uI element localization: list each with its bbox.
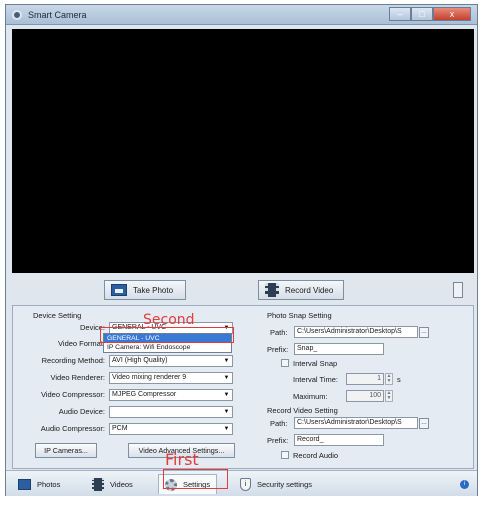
record-path-label: Path: [270, 419, 288, 428]
maximize-button[interactable]: □ [411, 7, 433, 21]
tab-photos[interactable]: Photos [12, 474, 66, 494]
photo-path-input[interactable]: C:\Users\Administrator\Desktop\S [294, 326, 418, 338]
tab-photos-label: Photos [37, 479, 61, 489]
tab-videos[interactable]: Videos [86, 474, 139, 494]
device-label: Device: [79, 323, 105, 332]
record-audio-label: Record Audio [293, 451, 339, 460]
device-option[interactable]: IP Camera: Wifi Endoscope [104, 343, 231, 352]
interval-time-spinner[interactable]: ▲ ▼ [385, 373, 393, 385]
photos-icon [18, 478, 31, 490]
video-renderer-label: Video Renderer: [50, 373, 105, 382]
chevron-down-icon: ▼ [223, 358, 230, 364]
photo-path-browse-button[interactable]: … [419, 327, 429, 338]
record-audio-checkbox[interactable] [281, 451, 289, 459]
settings-panel: Device Setting Device: GENERAL - UVC ▼ V… [12, 305, 474, 469]
second-annotation: Second [143, 312, 195, 328]
take-photo-button[interactable]: Take Photo [104, 280, 186, 300]
recording-method-label: Recording Method: [41, 356, 105, 365]
first-annotation: First [165, 450, 199, 469]
take-photo-label: Take Photo [133, 285, 174, 295]
app-window: Smart Camera – □ x Take Photo Record Vid… [5, 4, 478, 496]
plug-icon[interactable] [453, 282, 463, 298]
record-prefix-label: Prefix: [267, 436, 289, 445]
capture-toolbar: Take Photo Record Video [6, 275, 477, 305]
maximum-label: Maximum: [293, 392, 328, 401]
maximum-input[interactable]: 100 [346, 390, 384, 402]
recording-method-value: AVI (High Quality) [112, 357, 168, 364]
recording-method-select[interactable]: AVI (High Quality) ▼ [109, 355, 233, 367]
interval-time-label: Interval Time: [293, 375, 339, 384]
film-icon [265, 283, 279, 297]
interval-time-input[interactable]: 1 [346, 373, 384, 385]
window-title: Smart Camera [28, 10, 87, 20]
audio-compressor-value: PCM [112, 425, 128, 432]
video-renderer-select[interactable]: Video mixing renderer 9 ▼ [109, 372, 233, 384]
photo-icon [111, 284, 127, 296]
record-video-setting-title: Record Video Setting [267, 406, 338, 415]
minimize-button[interactable]: – [389, 7, 411, 21]
videos-icon [92, 477, 104, 491]
interval-unit: s [397, 375, 401, 384]
photo-path-label: Path: [270, 328, 288, 337]
record-prefix-input[interactable]: Record_ [294, 434, 384, 446]
title-bar[interactable]: Smart Camera – □ x [6, 5, 477, 25]
interval-snap-label: Interval Snap [293, 359, 338, 368]
bottom-tab-bar: Photos Videos Settings i Security settin… [6, 470, 477, 496]
video-compressor-value: MJPEG Compressor [112, 391, 177, 398]
record-path-input[interactable]: C:\Users\Administrator\Desktop\S [294, 417, 418, 429]
video-compressor-select[interactable]: MJPEG Compressor ▼ [109, 389, 233, 401]
ip-cameras-button[interactable]: IP Cameras... [35, 443, 97, 458]
audio-device-select[interactable]: ▼ [109, 406, 233, 418]
maximum-spinner[interactable]: ▲ ▼ [385, 390, 393, 402]
chevron-down-icon: ▼ [223, 375, 230, 381]
photo-prefix-label: Prefix: [267, 345, 289, 354]
tab-security-label: Security settings [257, 479, 313, 489]
record-video-label: Record Video [285, 285, 334, 295]
first-highlight-box [163, 469, 228, 489]
chevron-down-icon: ▼ [223, 426, 230, 432]
photo-prefix-input[interactable]: Snap_ [294, 343, 384, 355]
info-icon[interactable]: i [460, 480, 469, 489]
video-format-label: Video Format: [58, 339, 105, 348]
audio-compressor-label: Audio Compressor: [40, 424, 105, 433]
video-preview [12, 29, 474, 273]
tab-security-settings[interactable]: i Security settings [234, 474, 318, 494]
tab-videos-label: Videos [110, 479, 133, 489]
device-setting-title: Device Setting [33, 311, 82, 320]
security-icon: i [240, 477, 251, 491]
record-path-browse-button[interactable]: … [419, 418, 429, 429]
window-controls: – □ x [389, 7, 471, 21]
camera-icon [12, 10, 22, 20]
video-compressor-label: Video Compressor: [40, 390, 105, 399]
record-video-button[interactable]: Record Video [258, 280, 344, 300]
interval-snap-checkbox[interactable] [281, 359, 289, 367]
chevron-down-icon: ▼ [223, 392, 230, 398]
audio-compressor-select[interactable]: PCM ▼ [109, 423, 233, 435]
audio-device-label: Audio Device: [58, 407, 105, 416]
video-renderer-value: Video mixing renderer 9 [112, 374, 187, 381]
close-button[interactable]: x [433, 7, 471, 21]
second-highlight-box [100, 327, 234, 343]
photo-snap-title: Photo Snap Setting [267, 311, 332, 320]
chevron-down-icon: ▼ [223, 409, 230, 415]
